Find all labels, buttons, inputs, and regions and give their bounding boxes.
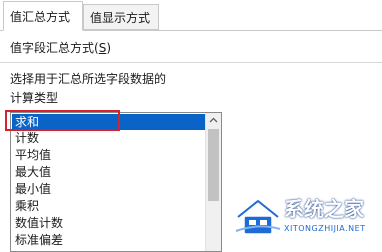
house-logo-icon (235, 199, 281, 235)
list-item-stddev[interactable]: 标准偏差 (12, 232, 206, 248)
summarize-by-label: 值字段汇总方式(S) (10, 40, 111, 56)
listbox-scrollbar[interactable] (205, 113, 221, 251)
instruction-text: 选择用于汇总所选字段数据的 (10, 72, 167, 86)
tab-show-values-as[interactable]: 值显示方式 (83, 4, 159, 30)
list-item-count[interactable]: 计数 (12, 130, 206, 146)
summarize-by-label-prefix: 值字段汇总方式( (10, 41, 99, 55)
summarize-by-label-suffix: ) (106, 41, 111, 55)
calculation-type-listbox[interactable]: 求和 计数 平均值 最大值 最小值 乘积 数值计数 标准偏差 (10, 112, 222, 252)
list-item-average[interactable]: 平均值 (12, 147, 206, 163)
list-item-product[interactable]: 乘积 (12, 198, 206, 214)
chevron-up-icon (209, 117, 218, 123)
list-item-min[interactable]: 最小值 (12, 181, 206, 197)
list-item-count-numbers[interactable]: 数值计数 (12, 215, 206, 231)
scroll-thumb[interactable] (208, 129, 219, 201)
watermark-title: 系统之家 (284, 197, 364, 221)
list-item-max[interactable]: 最大值 (12, 164, 206, 180)
watermark: 系统之家 XITONGZHIJIA.NET (234, 193, 382, 245)
watermark-url: XITONGZHIJIA.NET (284, 224, 366, 233)
list-item-sum[interactable]: 求和 (12, 114, 206, 130)
tab-summarize-values-by[interactable]: 值汇总方式 (3, 1, 83, 31)
section-divider (0, 62, 382, 63)
scroll-up-button[interactable] (206, 113, 221, 127)
calculation-type-label: 计算类型 (10, 91, 59, 105)
tab-strip: 值汇总方式 值显示方式 (0, 0, 382, 33)
